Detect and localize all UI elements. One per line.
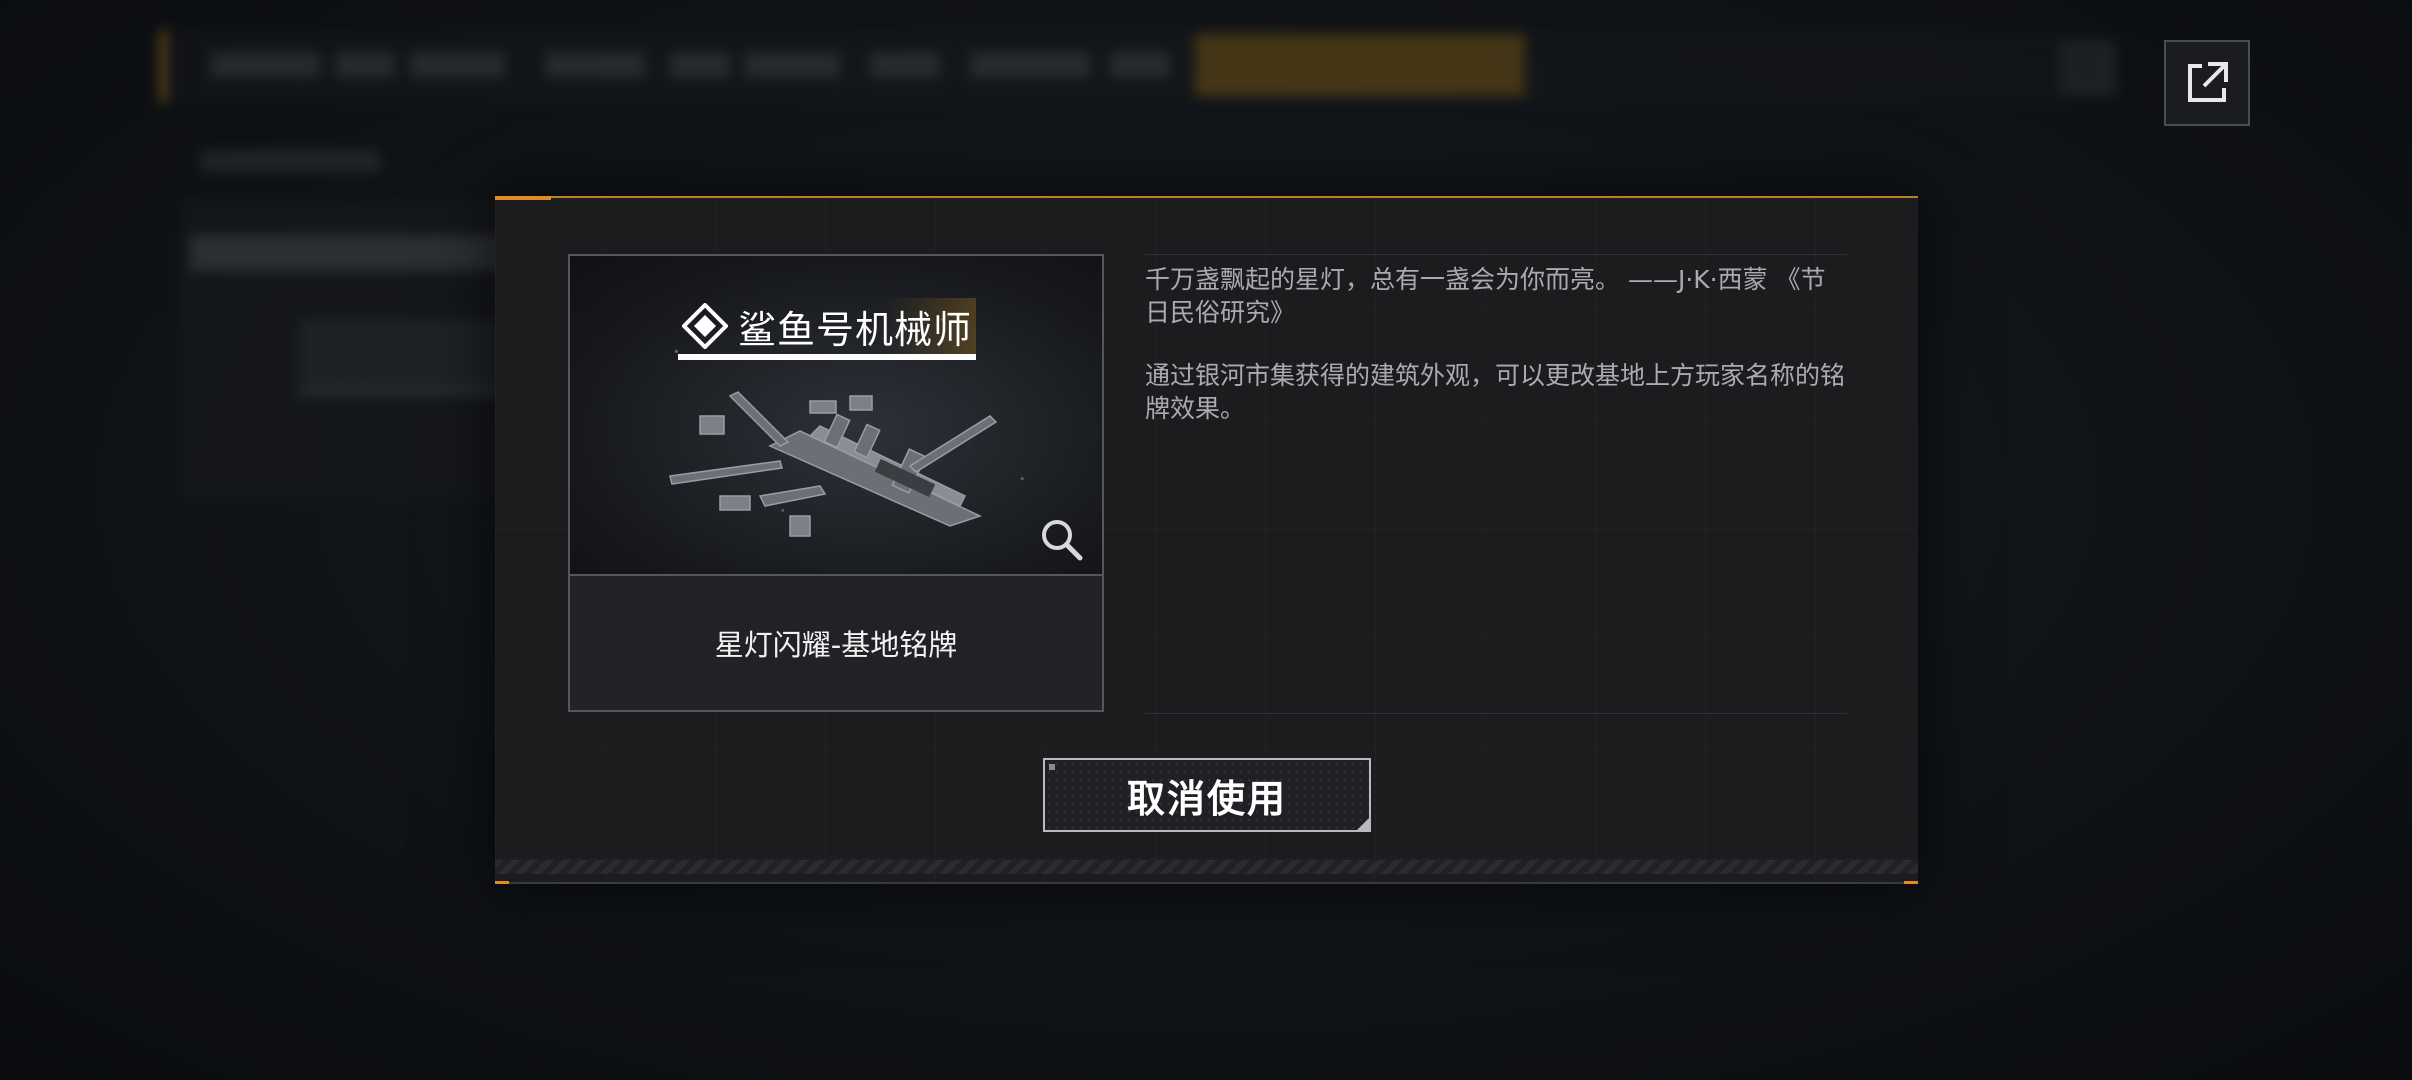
background-title <box>190 235 510 271</box>
modal-bottom-stripe <box>495 860 1918 874</box>
background-tab <box>545 52 645 78</box>
background-tab-active <box>1195 34 1525 96</box>
external-link-button[interactable] <box>2164 40 2250 126</box>
background-tab <box>970 52 1090 78</box>
item-preview[interactable]: 鲨鱼号机械师 <box>570 256 1102 576</box>
background-tab <box>870 52 940 78</box>
button-corner-mark <box>1049 764 1055 770</box>
background-tab <box>410 52 505 78</box>
space-station-illustration <box>669 391 998 537</box>
item-name: 星灯闪耀-基地铭牌 <box>714 628 958 662</box>
search-icon[interactable] <box>1038 516 1084 562</box>
background-tab <box>1110 52 1170 78</box>
cancel-use-label: 取消使用 <box>1126 776 1287 821</box>
modal-bottom-border <box>495 882 1918 884</box>
modal-corner-mark <box>1904 881 1918 884</box>
nameplate-text: 鲨鱼号机械师 <box>738 307 973 352</box>
description-quote: 千万盏飘起的星灯，总有一盏会为你而亮。 ——J·K·西蒙 《节日民俗研究》 <box>1145 265 1826 327</box>
modal-corner-mark <box>495 881 509 884</box>
background-tab <box>335 52 395 78</box>
background-list-item <box>300 320 520 394</box>
modal-accent <box>495 196 551 200</box>
background-tab <box>670 52 730 78</box>
nameplate-preview: 鲨鱼号机械师 <box>678 298 977 360</box>
button-corner-mark <box>1355 816 1371 832</box>
external-link-icon <box>2188 62 2228 102</box>
description-body: 通过银河市集获得的建筑外观，可以更改基地上方玩家名称的铭牌效果。 <box>1145 361 1846 423</box>
background-breadcrumb <box>200 150 380 172</box>
background-user-chip <box>2060 40 2116 96</box>
item-detail-modal: 鲨鱼号机械师 星灯闪耀-基地铭牌 千万盏飘起的星灯，总有一盏会为你而亮。 ——J… <box>495 196 1918 884</box>
background-tab <box>745 52 840 78</box>
background-tab <box>210 52 320 78</box>
item-card: 鲨鱼号机械师 星灯闪耀-基地铭牌 <box>568 254 1104 712</box>
item-description: 千万盏飘起的星灯，总有一盏会为你而亮。 ——J·K·西蒙 《节日民俗研究》 通过… <box>1145 254 1847 714</box>
diamond-emblem-icon <box>682 303 728 349</box>
cancel-use-button[interactable]: 取消使用 <box>1043 758 1371 832</box>
